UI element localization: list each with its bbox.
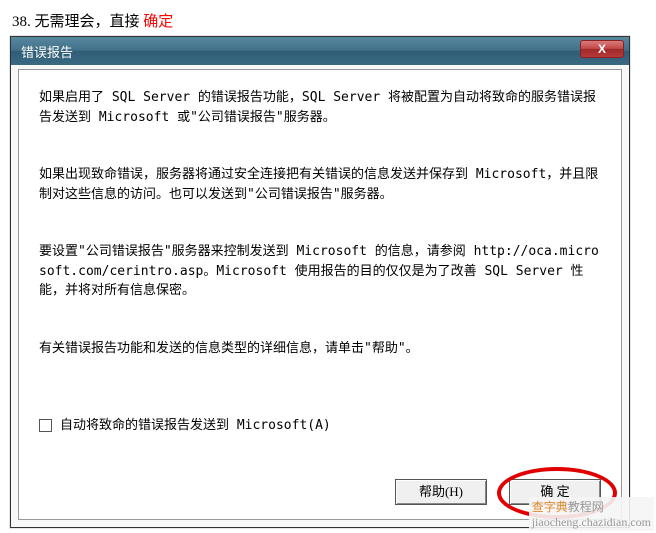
checkbox-label: 自动将致命的错误报告发送到 Microsoft(A) (60, 416, 331, 436)
title-bar: 错误报告 X (11, 37, 629, 65)
instruction-line: 38. 无需理会，直接 确定 (0, 0, 656, 39)
step-text: 无需理会，直接 (35, 14, 140, 30)
paragraph-3: 要设置"公司错误报告"服务器来控制发送到 Microsoft 的信息，请参阅 h… (39, 242, 601, 301)
ok-button[interactable]: 确 定 (509, 479, 601, 505)
dialog-content: 如果启用了 SQL Server 的错误报告功能，SQL Server 将被配置… (18, 69, 622, 520)
window-title: 错误报告 (21, 42, 73, 61)
checkbox-box[interactable] (39, 419, 52, 432)
dialog-window: 错误报告 X 如果启用了 SQL Server 的错误报告功能，SQL Serv… (10, 36, 630, 528)
paragraph-4: 有关错误报告功能和发送的信息类型的详细信息，请单击"帮助"。 (39, 339, 601, 359)
help-button[interactable]: 帮助(H) (395, 479, 487, 505)
paragraph-2: 如果出现致命错误，服务器将通过安全连接把有关错误的信息发送并保存到 Micros… (39, 165, 601, 204)
close-button[interactable]: X (580, 40, 624, 58)
step-highlight: 确定 (143, 14, 173, 30)
step-number: 38. (12, 14, 31, 30)
button-row: 帮助(H) 确 定 (395, 479, 601, 505)
checkbox-row[interactable]: 自动将致命的错误报告发送到 Microsoft(A) (39, 416, 601, 436)
paragraph-1: 如果启用了 SQL Server 的错误报告功能，SQL Server 将被配置… (39, 88, 601, 127)
close-icon: X (598, 42, 606, 56)
